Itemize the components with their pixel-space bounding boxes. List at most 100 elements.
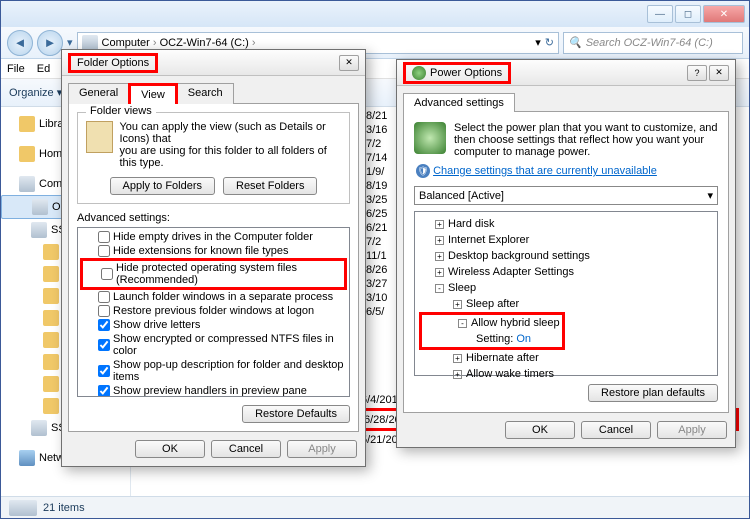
setting-label: Restore previous folder windows at logon: [113, 305, 314, 317]
setting-checkbox[interactable]: [98, 365, 110, 377]
change-settings-link[interactable]: Change settings that are currently unava…: [433, 165, 657, 177]
setting-row[interactable]: Show pop-up description for folder and d…: [80, 358, 347, 384]
menu-edit[interactable]: Ed: [37, 63, 50, 75]
dialog-close-button[interactable]: ✕: [709, 65, 729, 81]
setting-checkbox[interactable]: [101, 268, 113, 280]
power-tree-row[interactable]: -Allow hybrid sleep: [424, 315, 560, 331]
date-fragment: 6/21: [366, 221, 387, 235]
power-tree-row[interactable]: Setting: On: [424, 331, 560, 347]
setting-label: Allow hybrid sleep: [471, 317, 560, 329]
reset-folders-button[interactable]: Reset Folders: [223, 177, 317, 195]
apply-to-folders-button[interactable]: Apply to Folders: [110, 177, 215, 195]
setting-value[interactable]: On: [516, 333, 531, 345]
window-titlebar: — ◻ ✕: [1, 1, 749, 27]
folder-icon: [43, 310, 59, 326]
setting-label: Show drive letters: [113, 319, 200, 331]
drive-icon: [9, 500, 37, 516]
power-settings-tree[interactable]: +Hard disk+Internet Explorer+Desktop bac…: [414, 211, 718, 376]
restore-defaults-button[interactable]: Restore Defaults: [242, 405, 350, 423]
power-tree-row[interactable]: +Sleep after: [419, 296, 713, 312]
maximize-button[interactable]: ◻: [675, 5, 701, 23]
power-tree-row[interactable]: +Desktop background settings: [419, 248, 713, 264]
folder-icon: [19, 146, 35, 162]
setting-checkbox[interactable]: [98, 385, 110, 397]
setting-label: Internet Explorer: [448, 234, 529, 246]
expand-icon[interactable]: -: [435, 284, 444, 293]
power-tree-row[interactable]: + Hibernate after: [419, 350, 713, 366]
expand-icon[interactable]: +: [435, 252, 444, 261]
expand-icon[interactable]: +: [435, 220, 444, 229]
power-plan-select[interactable]: Balanced [Active]▾: [414, 186, 718, 205]
power-tree-row[interactable]: -Sleep: [419, 280, 713, 296]
close-button[interactable]: ✕: [703, 5, 745, 23]
setting-checkbox[interactable]: [98, 245, 110, 257]
power-options-dialog: Power Options ? ✕ Advanced settings Sele…: [396, 59, 736, 448]
search-input[interactable]: 🔍 Search OCZ-Win7-64 (C:): [563, 32, 743, 54]
tab-view[interactable]: View: [128, 83, 178, 104]
organize-button[interactable]: Organize ▾: [9, 86, 62, 99]
sidebar-item-label: Hom: [39, 148, 62, 160]
setting-checkbox[interactable]: [98, 305, 110, 317]
menu-file[interactable]: File: [7, 63, 25, 75]
cancel-button[interactable]: Cancel: [581, 421, 651, 439]
breadcrumb[interactable]: Computer › OCZ-Win7-64 (C:) ›: [102, 37, 256, 49]
setting-label: Setting:: [476, 333, 513, 345]
dropdown-icon[interactable]: ▾: [535, 36, 541, 49]
setting-checkbox[interactable]: [98, 339, 110, 351]
expand-icon[interactable]: +: [435, 268, 444, 277]
expand-icon[interactable]: +: [453, 300, 462, 309]
history-dropdown-icon[interactable]: ▾: [67, 36, 73, 49]
minimize-button[interactable]: —: [647, 5, 673, 23]
refresh-icon[interactable]: ↻: [545, 36, 554, 49]
tab-general[interactable]: General: [68, 83, 129, 104]
expand-icon[interactable]: +: [435, 236, 444, 245]
item-count: 21 items: [43, 502, 85, 514]
setting-row[interactable]: Hide protected operating system files (R…: [80, 258, 347, 290]
folder-icon: [43, 398, 59, 414]
date-fragment: 3/25: [366, 193, 387, 207]
tab-advanced[interactable]: Advanced settings: [403, 93, 515, 112]
apply-button[interactable]: Apply: [657, 421, 727, 439]
cancel-button[interactable]: Cancel: [211, 440, 281, 458]
date-fragment: 3/16: [366, 123, 387, 137]
setting-label: Launch folder windows in a separate proc…: [113, 291, 333, 303]
apply-button[interactable]: Apply: [287, 440, 357, 458]
setting-row[interactable]: Hide extensions for known file types: [80, 244, 347, 258]
setting-row[interactable]: Launch folder windows in a separate proc…: [80, 290, 347, 304]
setting-label: Hide protected operating system files (R…: [116, 262, 344, 286]
folder-icon: [43, 332, 59, 348]
power-tree-row[interactable]: + Internet Explorer: [419, 232, 713, 248]
expand-icon[interactable]: -: [458, 319, 467, 328]
power-icon: [412, 66, 426, 80]
ok-button[interactable]: OK: [135, 440, 205, 458]
setting-row[interactable]: Show preview handlers in preview pane: [80, 384, 347, 397]
setting-label: Hibernate after: [466, 352, 539, 364]
date-fragment: 3/27: [366, 277, 387, 291]
setting-checkbox[interactable]: [98, 291, 110, 303]
expand-icon[interactable]: +: [453, 370, 462, 379]
advanced-settings-label: Advanced settings:: [77, 212, 350, 224]
sidebar-item-label: Libra: [39, 118, 63, 130]
setting-row[interactable]: Show drive letters: [80, 318, 347, 332]
expand-icon[interactable]: +: [453, 354, 462, 363]
ok-button[interactable]: OK: [505, 421, 575, 439]
setting-row[interactable]: Show encrypted or compressed NTFS files …: [80, 332, 347, 358]
help-button[interactable]: ?: [687, 65, 707, 81]
setting-row[interactable]: Hide empty drives in the Computer folder: [80, 230, 347, 244]
setting-checkbox[interactable]: [98, 231, 110, 243]
power-tree-row[interactable]: +Wireless Adapter Settings: [419, 264, 713, 280]
power-tree-row[interactable]: +Hard disk: [419, 216, 713, 232]
power-tree-row[interactable]: +Allow wake timers: [419, 366, 713, 382]
forward-button[interactable]: ►: [37, 30, 63, 56]
date-fragment: 8/26: [366, 263, 387, 277]
setting-row[interactable]: Restore previous folder windows at logon: [80, 304, 347, 318]
restore-plan-defaults-button[interactable]: Restore plan defaults: [588, 384, 718, 402]
tabs: General View Search: [62, 76, 365, 103]
advanced-settings-tree[interactable]: Hide empty drives in the Computer folder…: [77, 227, 350, 397]
dialog-close-button[interactable]: ✕: [339, 55, 359, 71]
back-button[interactable]: ◄: [7, 30, 33, 56]
folder-icon: [32, 199, 48, 215]
tab-search[interactable]: Search: [177, 83, 234, 104]
setting-checkbox[interactable]: [98, 319, 110, 331]
shield-icon: 🛡: [416, 164, 430, 178]
